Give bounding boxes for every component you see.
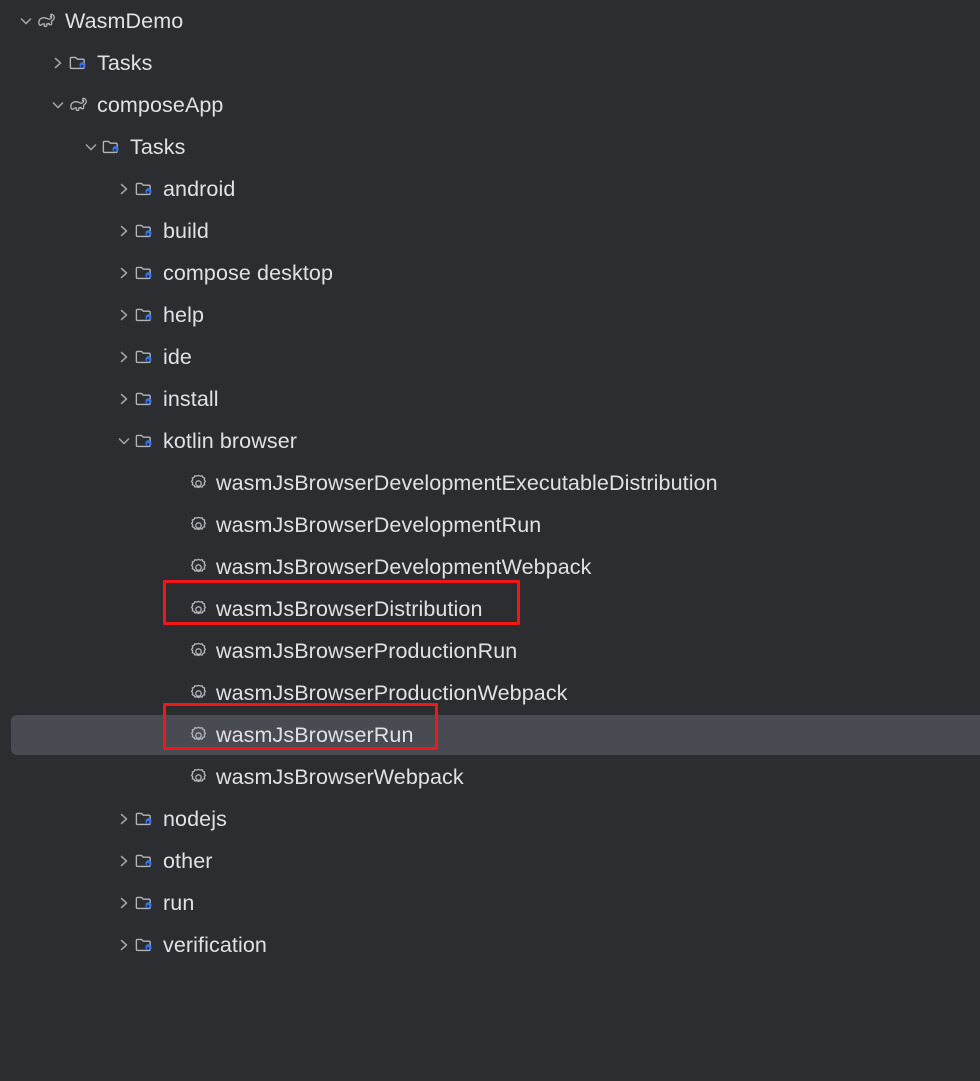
tree-row-label: wasmJsBrowserRun [216, 723, 414, 747]
tree-row-label: run [163, 891, 195, 915]
folder-gear-icon [134, 178, 156, 200]
tree-row-label: wasmJsBrowserDistribution [216, 597, 483, 621]
folder-gear-icon [134, 892, 156, 914]
chevron-down-icon[interactable] [114, 431, 134, 451]
gear-task-icon [187, 766, 209, 788]
folder-gear-icon [134, 850, 156, 872]
tree-row-label: other [163, 849, 213, 873]
tree-row-label: wasmJsBrowserDevelopmentRun [216, 513, 542, 537]
tree-row-label: build [163, 219, 209, 243]
tree-row-label: composeApp [97, 93, 224, 117]
tree-row-label: Tasks [97, 51, 153, 75]
tree-row-label: wasmJsBrowserDevelopmentWebpack [216, 555, 592, 579]
chevron-right-icon[interactable] [114, 935, 134, 955]
tree-row[interactable]: run [0, 882, 980, 924]
tree-row-label: WasmDemo [65, 9, 184, 33]
folder-gear-icon [134, 388, 156, 410]
gear-task-icon [187, 682, 209, 704]
tree-row[interactable]: help [0, 294, 980, 336]
chevron-down-icon[interactable] [48, 95, 68, 115]
chevron-right-icon[interactable] [114, 893, 134, 913]
tree-row-label: wasmJsBrowserProductionWebpack [216, 681, 568, 705]
tree-row[interactable]: wasmJsBrowserWebpack [0, 756, 980, 798]
folder-gear-icon [134, 346, 156, 368]
tree-row-label: help [163, 303, 205, 327]
tree-row-label: android [163, 177, 236, 201]
tree-row[interactable]: wasmJsBrowserProductionRun [0, 630, 980, 672]
gear-task-icon [187, 640, 209, 662]
tree-row-label: verification [163, 933, 267, 957]
chevron-right-icon[interactable] [114, 263, 134, 283]
folder-gear-icon [134, 220, 156, 242]
tree-row[interactable]: Tasks [0, 126, 980, 168]
tree-row[interactable]: install [0, 378, 980, 420]
tree-row[interactable]: other [0, 840, 980, 882]
tree-row[interactable]: wasmJsBrowserDevelopmentWebpack [0, 546, 980, 588]
tree-row-label: ide [163, 345, 192, 369]
tree-row[interactable]: build [0, 210, 980, 252]
chevron-right-icon[interactable] [114, 809, 134, 829]
folder-gear-icon [101, 136, 123, 158]
tree-row[interactable]: wasmJsBrowserDevelopmentRun [0, 504, 980, 546]
tree-row[interactable]: wasmJsBrowserDevelopmentExecutableDistri… [0, 462, 980, 504]
tree-row[interactable]: nodejs [0, 798, 980, 840]
tree-row[interactable]: WasmDemo [0, 0, 980, 42]
tree-row[interactable]: wasmJsBrowserDistribution [0, 588, 980, 630]
tree-row-label: Tasks [130, 135, 186, 159]
chevron-right-icon[interactable] [114, 305, 134, 325]
folder-gear-icon [134, 262, 156, 284]
tree-row-label: wasmJsBrowserDevelopmentExecutableDistri… [216, 471, 718, 495]
tree-row[interactable]: verification [0, 924, 980, 966]
chevron-right-icon[interactable] [48, 53, 68, 73]
tree-row-label: install [163, 387, 219, 411]
chevron-right-icon[interactable] [114, 851, 134, 871]
gear-task-icon [187, 514, 209, 536]
chevron-right-icon[interactable] [114, 179, 134, 199]
chevron-right-icon[interactable] [114, 347, 134, 367]
tree-row[interactable]: Tasks [0, 42, 980, 84]
tree-row-label: nodejs [163, 807, 227, 831]
chevron-down-icon[interactable] [16, 11, 36, 31]
chevron-right-icon[interactable] [114, 221, 134, 241]
tree-row[interactable]: wasmJsBrowserProductionWebpack [0, 672, 980, 714]
gear-task-icon [187, 724, 209, 746]
tree-row[interactable]: wasmJsBrowserRun [0, 714, 980, 756]
gradle-tasks-tree[interactable]: WasmDemo Tasks composeApp Tasks android build… [0, 0, 980, 966]
gradle-elephant-icon [36, 10, 58, 32]
tree-row-label: compose desktop [163, 261, 334, 285]
tree-row[interactable]: android [0, 168, 980, 210]
gear-task-icon [187, 472, 209, 494]
chevron-right-icon[interactable] [114, 389, 134, 409]
gradle-elephant-icon [68, 94, 90, 116]
tree-row[interactable]: kotlin browser [0, 420, 980, 462]
folder-gear-icon [68, 52, 90, 74]
folder-gear-icon [134, 430, 156, 452]
folder-gear-icon [134, 934, 156, 956]
tree-row[interactable]: composeApp [0, 84, 980, 126]
folder-gear-icon [134, 304, 156, 326]
chevron-down-icon[interactable] [81, 137, 101, 157]
tree-row[interactable]: compose desktop [0, 252, 980, 294]
tree-row-label: wasmJsBrowserWebpack [216, 765, 464, 789]
folder-gear-icon [134, 808, 156, 830]
gear-task-icon [187, 598, 209, 620]
gear-task-icon [187, 556, 209, 578]
tree-row-label: wasmJsBrowserProductionRun [216, 639, 518, 663]
tree-row-label: kotlin browser [163, 429, 298, 453]
tree-row[interactable]: ide [0, 336, 980, 378]
